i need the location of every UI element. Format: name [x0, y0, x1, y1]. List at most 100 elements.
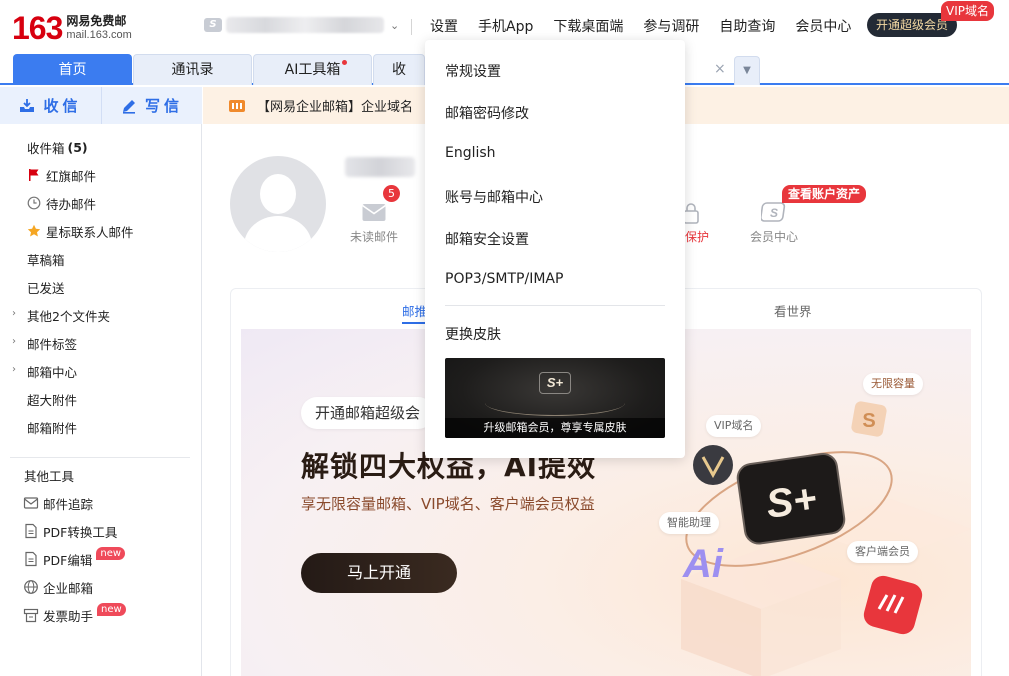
- header-divider: [411, 19, 412, 35]
- nav-self-service[interactable]: 自助查询: [719, 18, 775, 36]
- folder-list: 收件箱 (5) 红旗邮件 待办邮件 星标联系人邮件 草稿箱 已发送 › 其他2个文…: [0, 133, 202, 629]
- write-label: 写信: [144, 97, 183, 115]
- chip-smart-assistant: 智能助理: [659, 512, 719, 534]
- tool-invoice-assistant[interactable]: 发票助手 new: [0, 601, 202, 629]
- menu-security-settings[interactable]: 邮箱安全设置: [445, 229, 529, 249]
- close-tab-icon[interactable]: ×: [714, 54, 726, 84]
- folder-starred-label: 星标联系人邮件: [46, 224, 134, 240]
- receive-label: 收信: [43, 97, 82, 115]
- chevron-right-icon: ›: [12, 336, 16, 347]
- notice-icon: [229, 99, 245, 112]
- user-name-redacted: [345, 157, 415, 177]
- tab-ai-toolbox[interactable]: AI工具箱: [253, 54, 372, 85]
- tab-inbox[interactable]: 收: [373, 54, 425, 85]
- skin-preview[interactable]: S+ 升级邮箱会员，尊享专属皮肤: [445, 358, 665, 438]
- pdf-icon: [25, 551, 37, 567]
- logo[interactable]: 163 网易免费邮 mail.163.com: [12, 10, 132, 46]
- menu-general-settings[interactable]: 常规设置: [445, 61, 501, 81]
- ai-assistant-text: Ai: [682, 542, 724, 586]
- promo-activate-button[interactable]: 马上开通: [301, 553, 457, 593]
- compose-row: 收信 写信: [0, 87, 202, 124]
- logo-name: 网易免费邮: [66, 14, 127, 28]
- folder-todo[interactable]: 待办邮件: [0, 189, 202, 217]
- s-plus-card-text: S+: [764, 476, 820, 527]
- red-flag-icon: [29, 169, 39, 181]
- globe-icon: [24, 580, 38, 594]
- tools-title: 其他工具: [24, 468, 75, 484]
- folder-attach-label: 邮箱附件: [27, 420, 78, 436]
- folder-other-label: 其他2个文件夹: [27, 308, 110, 324]
- chevron-right-icon: ›: [12, 308, 16, 319]
- folder-attachments[interactable]: 邮箱附件: [0, 413, 202, 441]
- folder-sent[interactable]: 已发送: [0, 273, 202, 301]
- folder-drafts[interactable]: 草稿箱: [0, 245, 202, 273]
- pdf-icon: [25, 523, 37, 539]
- invoice-icon: [23, 608, 39, 623]
- nav-survey[interactable]: 参与调研: [643, 18, 699, 36]
- promo-pill: 开通邮箱超级会: [301, 397, 435, 429]
- tab-more-chevron-icon[interactable]: ▼: [734, 56, 760, 85]
- vip-domain-tag[interactable]: VIP域名: [941, 1, 994, 21]
- sidebar: 收信 写信 收件箱(5) 红旗邮件 待办邮件 星标联系人邮件 草稿箱 已发送: [0, 87, 202, 676]
- folder-tags-label: 邮件标签: [27, 336, 78, 352]
- new-badge: new: [96, 546, 126, 560]
- inbox-count: (5): [67, 139, 88, 155]
- folder-other-folders[interactable]: › 其他2个文件夹: [0, 301, 202, 329]
- nav-mobile-app[interactable]: 手机App: [478, 18, 533, 36]
- folder-drafts-label: 草稿箱: [27, 252, 65, 268]
- nav-settings[interactable]: 设置: [430, 18, 458, 36]
- menu-change-skin[interactable]: 更换皮肤: [445, 324, 501, 344]
- logo-url: mail.163.com: [66, 29, 132, 41]
- write-button[interactable]: 写信: [101, 87, 202, 124]
- folder-flagged[interactable]: 红旗邮件: [0, 161, 202, 189]
- tool-mail-tracking-label: 邮件追踪: [43, 496, 94, 512]
- nav-member-center[interactable]: 会员中心: [795, 18, 851, 36]
- feed-tab-recommend[interactable]: 邮推: [402, 301, 427, 320]
- tool-pdf-edit[interactable]: PDF编辑 new: [0, 545, 202, 573]
- folder-inbox[interactable]: 收件箱 (5): [0, 133, 202, 161]
- account-name-redacted: [226, 17, 384, 33]
- tool-mail-tracking[interactable]: 邮件追踪: [0, 489, 202, 517]
- folder-large-attachments[interactable]: 超大附件: [0, 385, 202, 413]
- folder-todo-label: 待办邮件: [46, 196, 97, 212]
- envelope-icon: [362, 204, 386, 221]
- menu-pop3-smtp-imap[interactable]: POP3/SMTP/IMAP: [445, 271, 563, 287]
- folder-starred[interactable]: 星标联系人邮件: [0, 217, 202, 245]
- view-assets-tag[interactable]: 查看账户资产: [782, 185, 867, 203]
- chevron-down-icon: ⌄: [390, 18, 400, 32]
- tool-enterprise-mail[interactable]: 企业邮箱: [0, 573, 202, 601]
- new-dot-icon: [342, 60, 347, 65]
- menu-change-password[interactable]: 邮箱密码修改: [445, 103, 529, 123]
- tool-pdf-convert[interactable]: PDF转换工具: [0, 517, 202, 545]
- sidebar-divider: [10, 457, 190, 458]
- chip-unlimited-storage: 无限容量: [863, 373, 923, 395]
- stat-member-center[interactable]: S 会员中心: [744, 202, 804, 245]
- folder-inbox-label: 收件箱: [27, 140, 65, 156]
- folder-large-attach-label: 超大附件: [27, 392, 78, 408]
- star-icon: [27, 224, 41, 237]
- tab-home[interactable]: 首页: [13, 54, 132, 85]
- settings-dropdown: 常规设置 邮箱密码修改 English 账号与邮箱中心 邮箱安全设置 POP3/…: [425, 40, 685, 458]
- folder-mail-center[interactable]: › 邮箱中心: [0, 357, 202, 385]
- folder-tags[interactable]: › 邮件标签: [0, 329, 202, 357]
- menu-account-center[interactable]: 账号与邮箱中心: [445, 187, 543, 207]
- tool-enterprise-label: 企业邮箱: [43, 580, 94, 596]
- pen-icon: [122, 99, 135, 114]
- unread-badge: 5: [383, 185, 400, 202]
- folder-flagged-label: 红旗邮件: [46, 168, 97, 184]
- account-switcher[interactable]: S ⌄: [204, 17, 399, 33]
- skin-caption: 升级邮箱会员，尊享专属皮肤: [445, 418, 665, 438]
- nav-download-desktop[interactable]: 下载桌面端: [553, 18, 623, 36]
- receive-button[interactable]: 收信: [0, 87, 101, 124]
- tab-contacts[interactable]: 通讯录: [133, 54, 252, 85]
- stat-unread[interactable]: 5 未读邮件: [344, 185, 404, 245]
- skin-arc: [485, 390, 625, 416]
- avatar[interactable]: [230, 156, 326, 252]
- new-badge: new: [97, 602, 126, 616]
- menu-english[interactable]: English: [445, 145, 496, 161]
- member-s-icon: S: [760, 202, 786, 222]
- feed-tab-world[interactable]: 看世界: [774, 301, 812, 320]
- chevron-right-icon: ›: [12, 364, 16, 375]
- tool-pdf-edit-label: PDF编辑: [43, 552, 93, 568]
- chip-vip-domain: VIP域名: [706, 415, 762, 437]
